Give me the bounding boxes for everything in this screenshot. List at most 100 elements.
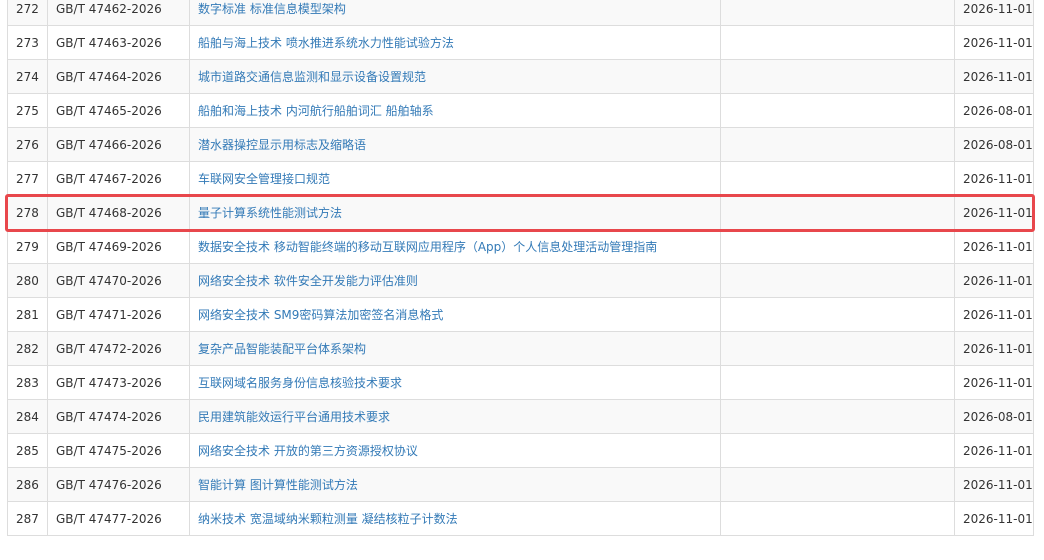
standard-title-link[interactable]: 智能计算 图计算性能测试方法	[198, 478, 358, 492]
standard-title-link[interactable]: 量子计算系统性能测试方法	[198, 206, 342, 220]
replaced-standard-cell	[720, 365, 955, 400]
standard-title-link[interactable]: 互联网域名服务身份信息核验技术要求	[198, 376, 402, 390]
replaced-standard-cell	[720, 501, 955, 536]
standard-title-cell: 纳米技术 宽温域纳米颗粒测量 凝结核粒子计数法	[189, 501, 721, 536]
row-number-cell: 285	[7, 433, 48, 468]
standard-title-cell: 民用建筑能效运行平台通用技术要求	[189, 399, 721, 434]
table-row: 278 GB/T 47468-2026 量子计算系统性能测试方法 2026-11-01	[7, 195, 1034, 230]
standard-title-cell: 网络安全技术 开放的第三方资源授权协议	[189, 433, 721, 468]
table-row: 274 GB/T 47464-2026 城市道路交通信息监测和显示设备设置规范 202…	[7, 59, 1034, 94]
standard-title-link[interactable]: 复杂产品智能装配平台体系架构	[198, 342, 366, 356]
replaced-standard-cell	[720, 0, 955, 26]
standard-code-cell: GB/T 47467-2026	[47, 161, 190, 196]
replaced-standard-cell	[720, 399, 955, 434]
standard-code-cell: GB/T 47462-2026	[47, 0, 190, 26]
table-row: 275 GB/T 47465-2026 船舶和海上技术 内河航行船舶词汇 船舶轴系 2…	[7, 93, 1034, 128]
standard-title-link[interactable]: 潜水器操控显示用标志及缩略语	[198, 138, 366, 152]
implementation-date-cell: 2026-08-01	[954, 399, 1034, 434]
standard-code-cell: GB/T 47470-2026	[47, 263, 190, 298]
row-number-cell: 274	[7, 59, 48, 94]
table-row: 285 GB/T 47475-2026 网络安全技术 开放的第三方资源授权协议 202…	[7, 433, 1034, 468]
implementation-date-cell: 2026-11-01	[954, 331, 1034, 366]
standard-title-link[interactable]: 船舶与海上技术 喷水推进系统水力性能试验方法	[198, 36, 454, 50]
standard-code-cell: GB/T 47471-2026	[47, 297, 190, 332]
replaced-standard-cell	[720, 161, 955, 196]
implementation-date-cell: 2026-11-01	[954, 365, 1034, 400]
standard-code-cell: GB/T 47464-2026	[47, 59, 190, 94]
table-row: 287 GB/T 47477-2026 纳米技术 宽温域纳米颗粒测量 凝结核粒子计数…	[7, 501, 1034, 536]
table-row: 277 GB/T 47467-2026 车联网安全管理接口规范 2026-11-01	[7, 161, 1034, 196]
row-number-cell: 278	[7, 195, 48, 230]
implementation-date-cell: 2026-11-01	[954, 263, 1034, 298]
standard-title-cell: 潜水器操控显示用标志及缩略语	[189, 127, 721, 162]
standard-title-cell: 互联网域名服务身份信息核验技术要求	[189, 365, 721, 400]
standard-title-link[interactable]: 船舶和海上技术 内河航行船舶词汇 船舶轴系	[198, 104, 434, 118]
replaced-standard-cell	[720, 263, 955, 298]
implementation-date-cell: 2026-11-01	[954, 0, 1034, 26]
row-number-cell: 287	[7, 501, 48, 536]
table-row: 281 GB/T 47471-2026 网络安全技术 SM9密码算法加密签名消息格式…	[7, 297, 1034, 332]
row-number-cell: 272	[7, 0, 48, 26]
standard-title-cell: 复杂产品智能装配平台体系架构	[189, 331, 721, 366]
table-row: 276 GB/T 47466-2026 潜水器操控显示用标志及缩略语 2026-08-…	[7, 127, 1034, 162]
standard-title-link[interactable]: 数据安全技术 移动智能终端的移动互联网应用程序（App）个人信息处理活动管理指南	[198, 240, 657, 254]
row-number-cell: 273	[7, 25, 48, 60]
standard-title-link[interactable]: 纳米技术 宽温域纳米颗粒测量 凝结核粒子计数法	[198, 512, 458, 526]
implementation-date-cell: 2026-11-01	[954, 195, 1034, 230]
table-row: 282 GB/T 47472-2026 复杂产品智能装配平台体系架构 2026-11-…	[7, 331, 1034, 366]
replaced-standard-cell	[720, 229, 955, 264]
standard-code-cell: GB/T 47463-2026	[47, 25, 190, 60]
table-row: 286 GB/T 47476-2026 智能计算 图计算性能测试方法 2026-11-…	[7, 467, 1034, 502]
table-row: 280 GB/T 47470-2026 网络安全技术 软件安全开发能力评估准则 202…	[7, 263, 1034, 298]
standard-title-link[interactable]: 数字标准 标准信息模型架构	[198, 2, 346, 16]
row-number-cell: 276	[7, 127, 48, 162]
row-number-cell: 279	[7, 229, 48, 264]
standards-table-container: 272 GB/T 47462-2026 数字标准 标准信息模型架构 2026-11-0…	[7, 0, 1034, 536]
standard-title-cell: 智能计算 图计算性能测试方法	[189, 467, 721, 502]
row-number-cell: 282	[7, 331, 48, 366]
implementation-date-cell: 2026-11-01	[954, 433, 1034, 468]
standard-title-cell: 船舶和海上技术 内河航行船舶词汇 船舶轴系	[189, 93, 721, 128]
standards-table-body: 272 GB/T 47462-2026 数字标准 标准信息模型架构 2026-11-0…	[7, 0, 1034, 536]
replaced-standard-cell	[720, 297, 955, 332]
standard-title-link[interactable]: 网络安全技术 SM9密码算法加密签名消息格式	[198, 308, 443, 322]
row-number-cell: 280	[7, 263, 48, 298]
standard-title-cell: 数字标准 标准信息模型架构	[189, 0, 721, 26]
table-row: 279 GB/T 47469-2026 数据安全技术 移动智能终端的移动互联网应用程…	[7, 229, 1034, 264]
table-row: 284 GB/T 47474-2026 民用建筑能效运行平台通用技术要求 2026-0…	[7, 399, 1034, 434]
standard-code-cell: GB/T 47465-2026	[47, 93, 190, 128]
table-row: 272 GB/T 47462-2026 数字标准 标准信息模型架构 2026-11-0…	[7, 0, 1034, 26]
replaced-standard-cell	[720, 467, 955, 502]
standard-code-cell: GB/T 47477-2026	[47, 501, 190, 536]
row-number-cell: 281	[7, 297, 48, 332]
standard-code-cell: GB/T 47474-2026	[47, 399, 190, 434]
row-number-cell: 283	[7, 365, 48, 400]
implementation-date-cell: 2026-11-01	[954, 161, 1034, 196]
standard-title-cell: 船舶与海上技术 喷水推进系统水力性能试验方法	[189, 25, 721, 60]
standard-title-link[interactable]: 网络安全技术 开放的第三方资源授权协议	[198, 444, 418, 458]
implementation-date-cell: 2026-11-01	[954, 297, 1034, 332]
implementation-date-cell: 2026-11-01	[954, 229, 1034, 264]
standard-title-cell: 网络安全技术 SM9密码算法加密签名消息格式	[189, 297, 721, 332]
replaced-standard-cell	[720, 127, 955, 162]
standard-title-cell: 数据安全技术 移动智能终端的移动互联网应用程序（App）个人信息处理活动管理指南	[189, 229, 721, 264]
standard-title-cell: 网络安全技术 软件安全开发能力评估准则	[189, 263, 721, 298]
row-number-cell: 275	[7, 93, 48, 128]
standard-title-link[interactable]: 城市道路交通信息监测和显示设备设置规范	[198, 70, 426, 84]
implementation-date-cell: 2026-11-01	[954, 25, 1034, 60]
standards-table: 272 GB/T 47462-2026 数字标准 标准信息模型架构 2026-11-0…	[7, 0, 1034, 536]
replaced-standard-cell	[720, 433, 955, 468]
standard-title-cell: 城市道路交通信息监测和显示设备设置规范	[189, 59, 721, 94]
standard-title-link[interactable]: 车联网安全管理接口规范	[198, 172, 330, 186]
replaced-standard-cell	[720, 59, 955, 94]
standard-title-cell: 车联网安全管理接口规范	[189, 161, 721, 196]
standard-code-cell: GB/T 47476-2026	[47, 467, 190, 502]
row-number-cell: 286	[7, 467, 48, 502]
standard-code-cell: GB/T 47466-2026	[47, 127, 190, 162]
standard-title-cell: 量子计算系统性能测试方法	[189, 195, 721, 230]
standard-title-link[interactable]: 网络安全技术 软件安全开发能力评估准则	[198, 274, 418, 288]
standard-code-cell: GB/T 47472-2026	[47, 331, 190, 366]
standard-title-link[interactable]: 民用建筑能效运行平台通用技术要求	[198, 410, 390, 424]
standard-code-cell: GB/T 47473-2026	[47, 365, 190, 400]
implementation-date-cell: 2026-11-01	[954, 467, 1034, 502]
